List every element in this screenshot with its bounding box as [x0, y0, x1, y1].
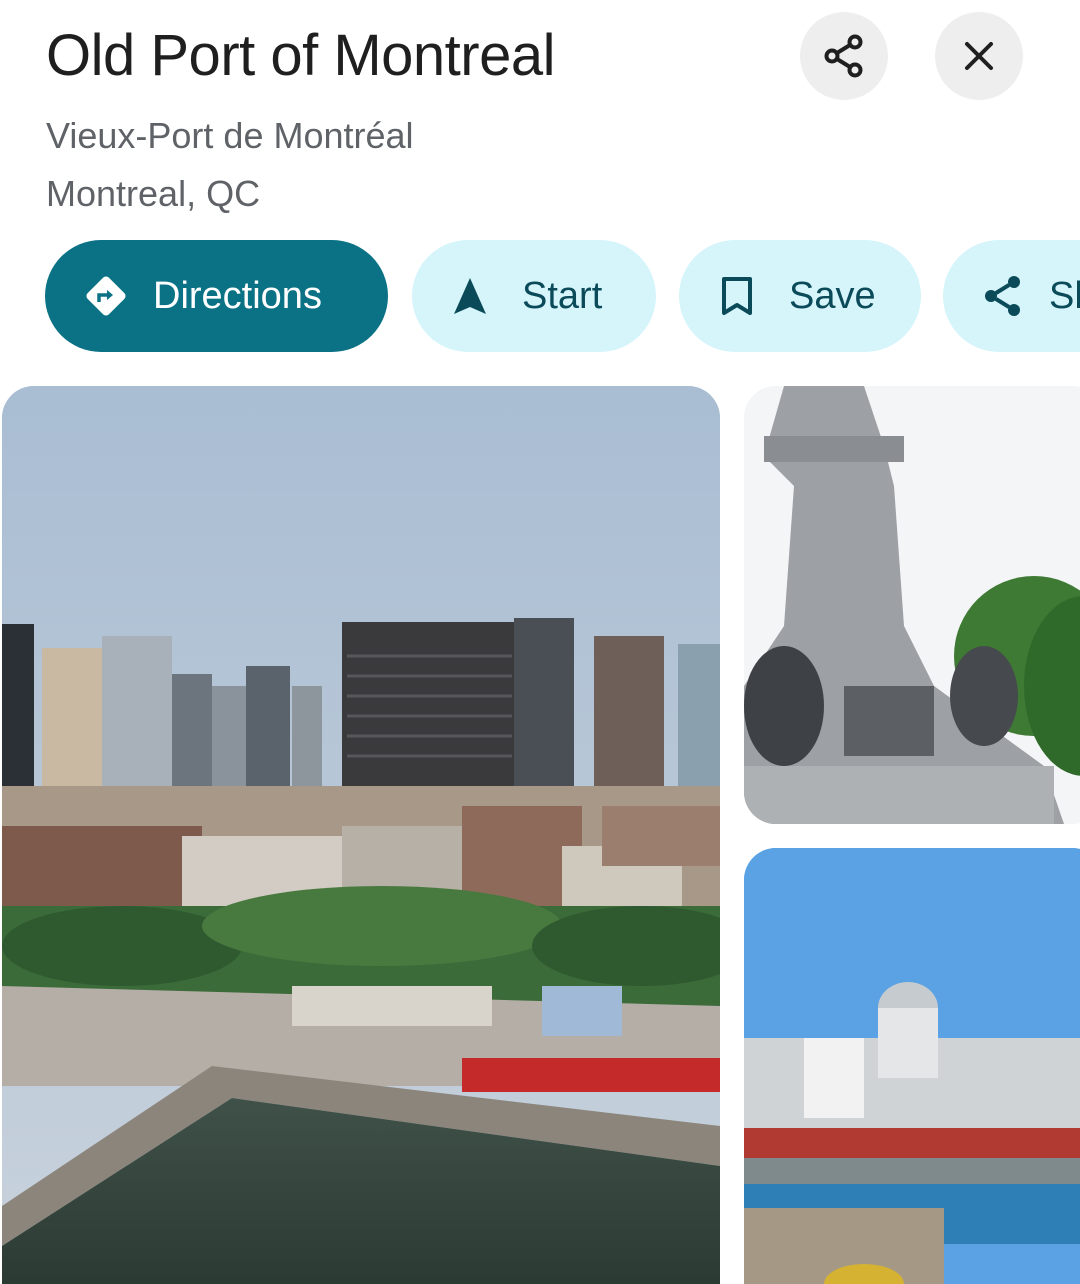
bookmark-icon	[717, 274, 757, 318]
share-button[interactable]	[800, 12, 888, 100]
directions-label: Directions	[153, 274, 322, 317]
place-title: Old Port of Montreal	[46, 23, 556, 88]
close-icon	[965, 42, 993, 70]
share-icon	[981, 274, 1025, 318]
navigation-arrow-icon	[450, 274, 490, 318]
main-photo[interactable]	[2, 386, 720, 1284]
start-label: Start	[522, 274, 603, 317]
share-chip-label: Sh	[1049, 274, 1080, 317]
market-photo[interactable]	[744, 848, 1080, 1284]
start-button[interactable]: Start	[412, 240, 656, 352]
monument-photo[interactable]	[744, 386, 1080, 824]
place-sheet: Old Port of Montreal Vieux-Port de Montr…	[0, 0, 1080, 1284]
place-location: Montreal, QC	[46, 173, 261, 214]
close-button[interactable]	[935, 12, 1023, 100]
action-chips: Directions Start Save S	[0, 240, 1080, 352]
share-icon	[824, 34, 863, 78]
save-button[interactable]: Save	[679, 240, 921, 352]
save-label: Save	[789, 274, 876, 317]
place-local-name: Vieux-Port de Montréal	[46, 115, 414, 156]
directions-icon	[81, 271, 131, 321]
share-chip-button[interactable]: Sh	[943, 240, 1080, 352]
directions-button[interactable]: Directions	[45, 240, 388, 352]
